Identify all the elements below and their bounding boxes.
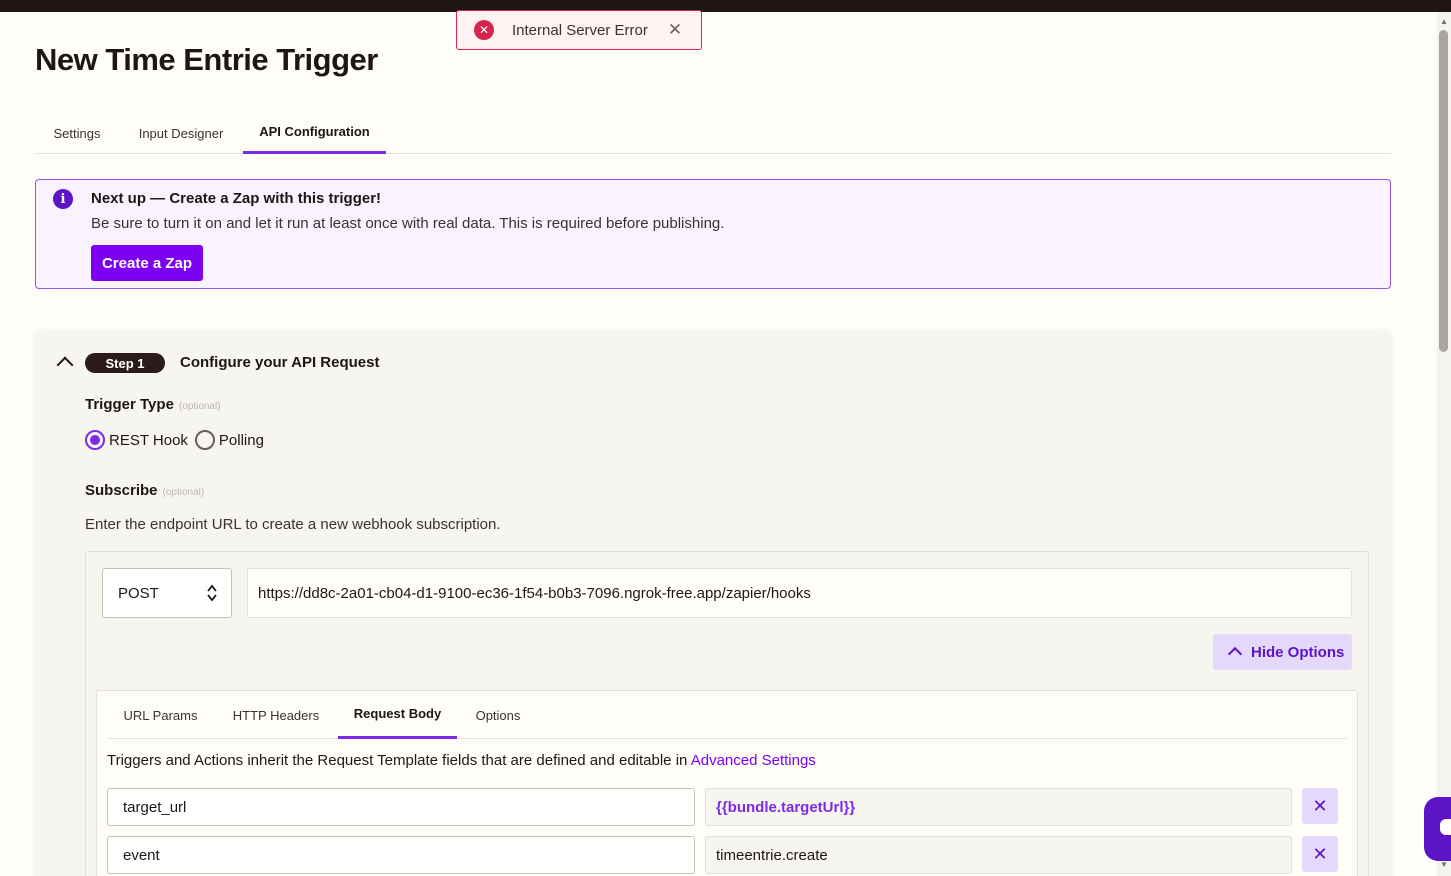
create-zap-button[interactable]: Create a Zap bbox=[91, 245, 203, 281]
delete-field-button[interactable]: ✕ bbox=[1302, 836, 1338, 872]
browser-top-bar bbox=[0, 0, 1451, 12]
inherit-text-body: Triggers and Actions inherit the Request… bbox=[107, 752, 691, 769]
banner-title: Next up — Create a Zap with this trigger… bbox=[91, 190, 382, 207]
body-key-input[interactable]: target_url bbox=[107, 788, 695, 826]
optional-hint: (optional) bbox=[178, 401, 221, 412]
subscribe-label: Subscribe (optional) bbox=[85, 482, 204, 499]
body-value-input[interactable]: timeentrie.create bbox=[705, 836, 1292, 874]
tab-url-params[interactable]: URL Params bbox=[107, 691, 214, 739]
scrollbar-thumb[interactable] bbox=[1439, 30, 1448, 352]
tab-request-body[interactable]: Request Body bbox=[338, 691, 457, 739]
rest-hook-label[interactable]: REST Hook bbox=[109, 432, 188, 449]
banner-text: Be sure to turn it on and let it run at … bbox=[91, 215, 725, 232]
page-title: New Time Entrie Trigger bbox=[35, 42, 378, 77]
optional-hint: (optional) bbox=[162, 487, 205, 498]
subscribe-description: Enter the endpoint URL to create a new w… bbox=[85, 516, 501, 533]
collapse-chevron-icon[interactable] bbox=[56, 356, 74, 374]
trigger-type-label-text: Trigger Type bbox=[85, 396, 174, 413]
scroll-up-arrow-icon[interactable]: ▲ bbox=[1440, 17, 1448, 26]
request-config-box: POST https://dd8c-2a01-cb04-d1-9100-ec36… bbox=[85, 551, 1369, 876]
tab-api-configuration[interactable]: API Configuration bbox=[243, 112, 386, 154]
error-icon: ✕ bbox=[474, 20, 494, 40]
tab-settings[interactable]: Settings bbox=[35, 112, 119, 154]
body-value-input[interactable]: {{bundle.targetUrl}} bbox=[705, 788, 1292, 826]
next-up-banner: i Next up — Create a Zap with this trigg… bbox=[35, 179, 1391, 289]
http-method-value: POST bbox=[118, 584, 159, 602]
scroll-down-arrow-icon[interactable]: ▼ bbox=[1440, 860, 1448, 869]
inherit-text: Triggers and Actions inherit the Request… bbox=[107, 752, 816, 769]
hide-options-label: Hide Options bbox=[1251, 643, 1345, 661]
main-tabs: Settings Input Designer API Configuratio… bbox=[35, 112, 1391, 154]
body-key-input[interactable]: event bbox=[107, 836, 695, 874]
chat-widget-button[interactable] bbox=[1424, 797, 1451, 861]
trigger-type-label: Trigger Type (optional) bbox=[85, 396, 221, 413]
trigger-type-radio-group: REST Hook Polling bbox=[85, 430, 264, 450]
subscribe-label-text: Subscribe bbox=[85, 482, 158, 499]
step-badge: Step 1 bbox=[85, 353, 165, 373]
polling-label[interactable]: Polling bbox=[219, 432, 264, 449]
options-panel: URL Params HTTP Headers Request Body Opt… bbox=[96, 690, 1358, 876]
step-title: Configure your API Request bbox=[180, 354, 380, 371]
step-card: Step 1 Configure your API Request Trigge… bbox=[35, 331, 1391, 876]
rest-hook-radio[interactable] bbox=[85, 430, 105, 450]
updown-chevron-icon bbox=[207, 584, 217, 602]
hide-options-button[interactable]: Hide Options bbox=[1213, 634, 1352, 670]
close-icon[interactable]: ✕ bbox=[668, 20, 682, 40]
options-tabs: URL Params HTTP Headers Request Body Opt… bbox=[107, 691, 1347, 739]
info-icon: i bbox=[53, 189, 73, 209]
tab-http-headers[interactable]: HTTP Headers bbox=[214, 691, 338, 739]
tab-options[interactable]: Options bbox=[457, 691, 539, 739]
polling-radio[interactable] bbox=[194, 430, 215, 450]
http-method-select[interactable]: POST bbox=[102, 568, 232, 618]
toast-message: Internal Server Error bbox=[512, 21, 648, 39]
url-input[interactable]: https://dd8c-2a01-cb04-d1-9100-ec36-1f54… bbox=[247, 568, 1352, 618]
error-toast: ✕ Internal Server Error ✕ bbox=[456, 10, 702, 50]
delete-field-button[interactable]: ✕ bbox=[1302, 788, 1338, 824]
tab-input-designer[interactable]: Input Designer bbox=[119, 112, 243, 154]
advanced-settings-link[interactable]: Advanced Settings bbox=[691, 752, 816, 769]
chevron-up-icon bbox=[1227, 646, 1243, 662]
